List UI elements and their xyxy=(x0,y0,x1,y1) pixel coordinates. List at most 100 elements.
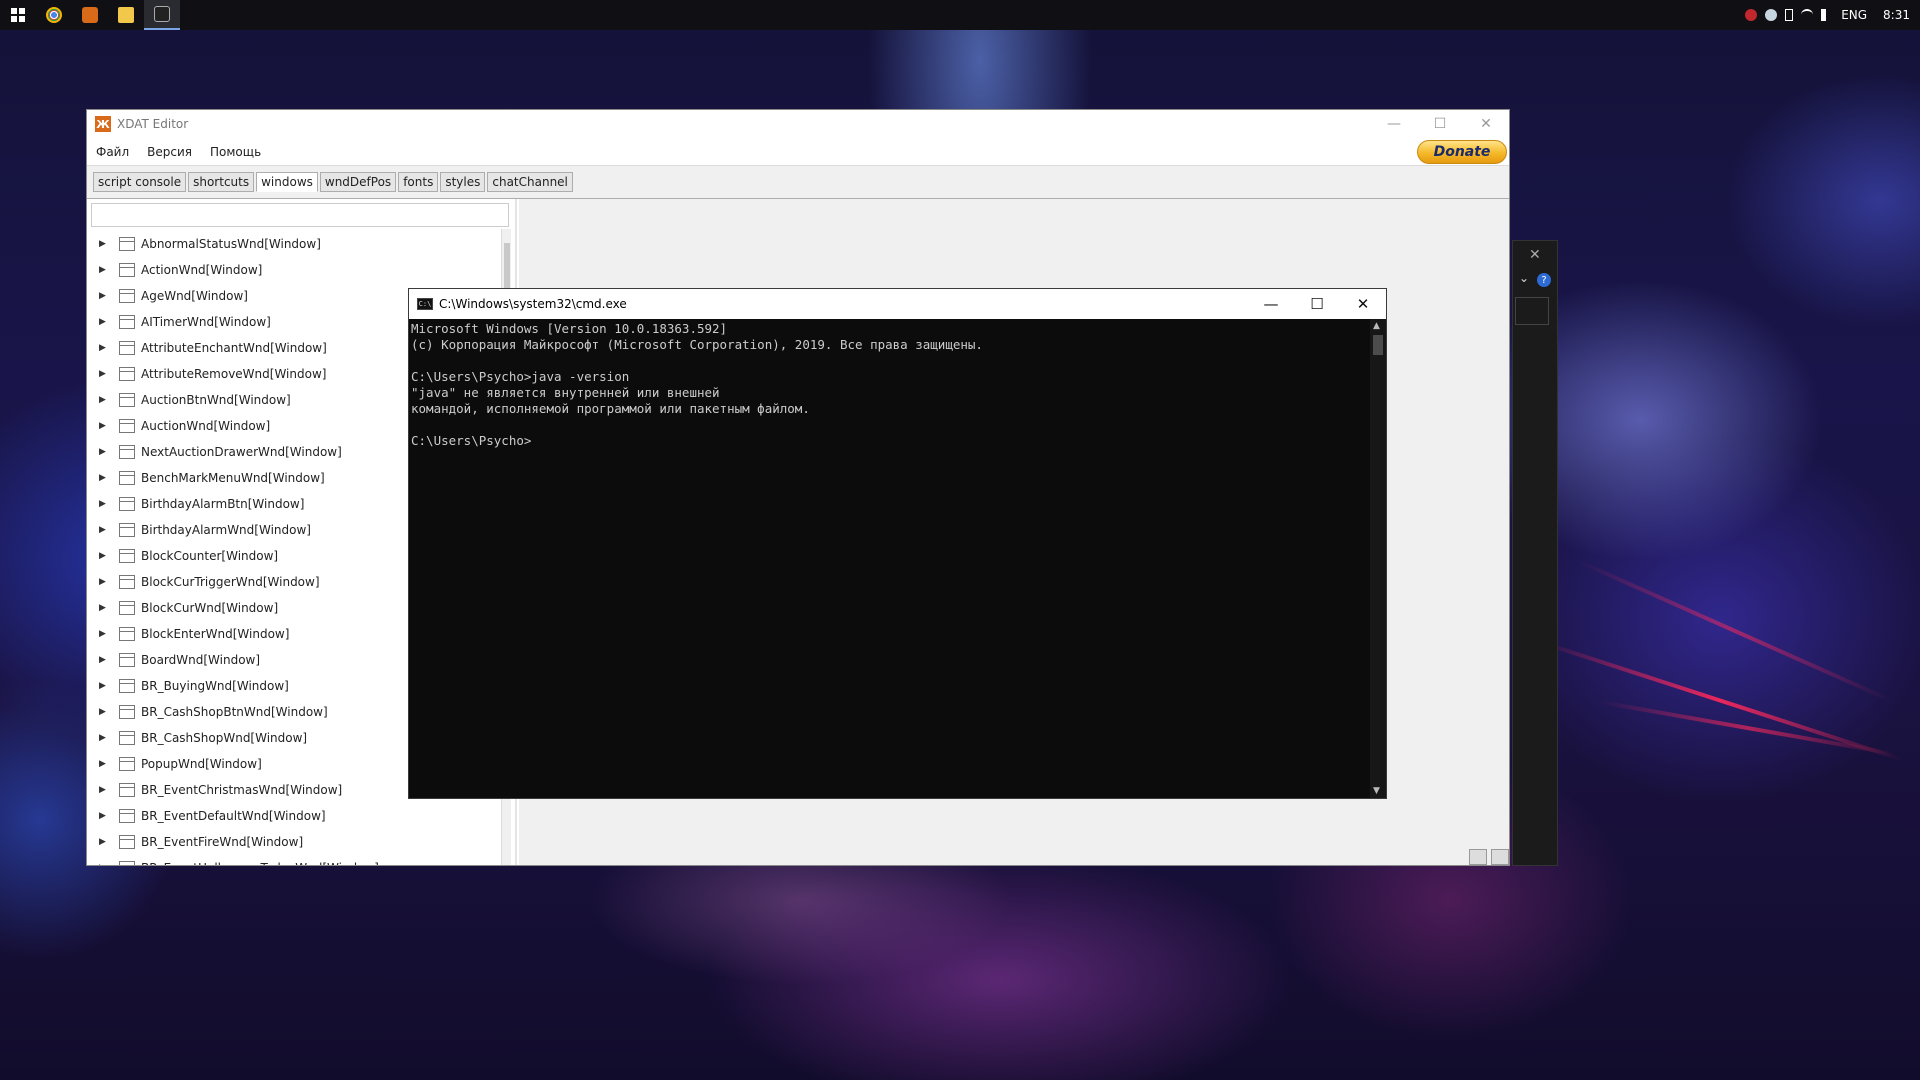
cmd-window: C:\ C:\Windows\system32\cmd.exe — ☐ ✕ Mi… xyxy=(408,288,1387,799)
layout-toggle-icon[interactable] xyxy=(1491,849,1509,865)
tree-item[interactable]: ▶ BR_EventDefaultWnd[Window] xyxy=(91,803,499,829)
scroll-down-arrow-icon[interactable]: ▼ xyxy=(1373,786,1380,796)
taskbar-app-chrome[interactable] xyxy=(36,0,72,30)
expand-arrow-icon[interactable]: ▶ xyxy=(99,733,109,743)
tree-item-label: BR_CashShopWnd[Window] xyxy=(141,731,308,745)
expand-arrow-icon[interactable]: ▶ xyxy=(99,525,109,535)
tree-item-label: BR_EventChristmasWnd[Window] xyxy=(141,783,343,797)
chevron-down-icon[interactable]: ⌄ xyxy=(1519,271,1529,285)
steam-icon[interactable] xyxy=(1765,9,1778,21)
window-node-icon xyxy=(119,653,135,667)
windows-logo-icon xyxy=(11,8,25,22)
expand-arrow-icon[interactable]: ▶ xyxy=(99,473,109,483)
tab-fonts[interactable]: fonts xyxy=(398,172,439,192)
menu-bar: Файл Версия Помощь Donate xyxy=(87,138,1509,166)
tree-item-label: BR_EventDefaultWnd[Window] xyxy=(141,809,326,823)
expand-arrow-icon[interactable]: ▶ xyxy=(99,811,109,821)
expand-arrow-icon[interactable]: ▶ xyxy=(99,551,109,561)
xdat-title-bar[interactable]: Ж XDAT Editor — ☐ ✕ xyxy=(87,110,1509,138)
expand-arrow-icon[interactable]: ▶ xyxy=(99,577,109,587)
window-node-icon xyxy=(119,367,135,381)
cmd-console-output[interactable]: Microsoft Windows [Version 10.0.18363.59… xyxy=(411,321,1370,798)
tab-shortcuts[interactable]: shortcuts xyxy=(188,172,255,192)
cmd-close-button[interactable]: ✕ xyxy=(1340,289,1386,319)
expand-arrow-icon[interactable]: ▶ xyxy=(99,655,109,665)
tab-windows[interactable]: windows xyxy=(256,172,318,192)
expand-arrow-icon[interactable]: ▶ xyxy=(99,603,109,613)
expand-arrow-icon[interactable]: ▶ xyxy=(99,239,109,249)
menu-help[interactable]: Помощь xyxy=(201,145,270,159)
help-icon[interactable]: ? xyxy=(1537,273,1551,287)
expand-arrow-icon[interactable]: ▶ xyxy=(99,863,109,865)
taskbar-app-file-explorer[interactable] xyxy=(108,0,144,30)
expand-arrow-icon[interactable]: ▶ xyxy=(99,291,109,301)
expand-arrow-icon[interactable]: ▶ xyxy=(99,343,109,353)
donate-button[interactable]: Donate xyxy=(1417,139,1507,164)
tree-item-label: AgeWnd[Window] xyxy=(141,289,248,303)
tree-item[interactable]: ▶ AbnormalStatusWnd[Window] xyxy=(91,231,499,257)
start-button[interactable] xyxy=(0,0,36,30)
tray-app-icon[interactable] xyxy=(1745,9,1758,21)
expand-arrow-icon[interactable]: ▶ xyxy=(99,837,109,847)
expand-arrow-icon[interactable]: ▶ xyxy=(99,629,109,639)
battery-icon[interactable] xyxy=(1785,9,1794,21)
maximize-button[interactable]: ☐ xyxy=(1417,110,1463,138)
tree-item-label: BirthdayAlarmWnd[Window] xyxy=(141,523,311,537)
window-node-icon xyxy=(119,575,135,589)
taskbar-app-xdat-editor[interactable] xyxy=(72,0,108,30)
clock[interactable]: 8:31 xyxy=(1883,8,1910,22)
menu-version[interactable]: Версия xyxy=(138,145,201,159)
tab-styles[interactable]: styles xyxy=(440,172,486,192)
tree-item-label: BlockEnterWnd[Window] xyxy=(141,627,290,641)
window-node-icon xyxy=(119,601,135,615)
cmd-maximize-button[interactable]: ☐ xyxy=(1294,289,1340,319)
tree-item[interactable]: ▶ BR_EventHalloweenTodayWnd[Window] xyxy=(91,855,499,865)
close-button[interactable]: ✕ xyxy=(1463,110,1509,138)
expand-arrow-icon[interactable]: ▶ xyxy=(99,265,109,275)
expand-arrow-icon[interactable]: ▶ xyxy=(99,447,109,457)
close-icon[interactable]: ✕ xyxy=(1529,247,1541,263)
expand-arrow-icon[interactable]: ▶ xyxy=(99,369,109,379)
view-toggle-icon[interactable] xyxy=(1469,849,1487,865)
language-indicator[interactable]: ENG xyxy=(1841,8,1867,22)
volume-icon[interactable] xyxy=(1821,9,1834,21)
window-node-icon xyxy=(119,705,135,719)
filter-input[interactable] xyxy=(91,203,509,227)
tab-chatchannel[interactable]: chatChannel xyxy=(487,172,573,192)
window-node-icon xyxy=(119,731,135,745)
expand-arrow-icon[interactable]: ▶ xyxy=(99,759,109,769)
console-line: "java" не является внутренней или внешне… xyxy=(411,385,720,400)
menu-file[interactable]: Файл xyxy=(87,145,138,159)
cmd-title-bar[interactable]: C:\ C:\Windows\system32\cmd.exe — ☐ ✕ xyxy=(409,289,1386,319)
console-line: командой, исполняемой программой или пак… xyxy=(411,401,810,416)
expand-arrow-icon[interactable]: ▶ xyxy=(99,317,109,327)
expand-arrow-icon[interactable]: ▶ xyxy=(99,421,109,431)
taskbar-app-cmd[interactable] xyxy=(144,0,180,30)
expand-arrow-icon[interactable]: ▶ xyxy=(99,681,109,691)
expand-arrow-icon[interactable]: ▶ xyxy=(99,785,109,795)
network-icon[interactable] xyxy=(1801,9,1814,21)
tree-item[interactable]: ▶ ActionWnd[Window] xyxy=(91,257,499,283)
cmd-scrollbar-thumb[interactable] xyxy=(1373,335,1383,355)
taskbar: ENG 8:31 xyxy=(0,0,1920,30)
cmd-minimize-button[interactable]: — xyxy=(1248,289,1294,319)
tree-item[interactable]: ▶ BR_EventFireWnd[Window] xyxy=(91,829,499,855)
tree-item-label: AbnormalStatusWnd[Window] xyxy=(141,237,321,251)
expand-arrow-icon[interactable]: ▶ xyxy=(99,707,109,717)
cmd-scrollbar[interactable]: ▲ ▼ xyxy=(1370,319,1386,798)
tree-item-label: ActionWnd[Window] xyxy=(141,263,263,277)
window-node-icon xyxy=(119,263,135,277)
expand-arrow-icon[interactable]: ▶ xyxy=(99,395,109,405)
expand-arrow-icon[interactable]: ▶ xyxy=(99,499,109,509)
tree-item-label: BlockCurTriggerWnd[Window] xyxy=(141,575,320,589)
background-window-field[interactable] xyxy=(1515,297,1549,325)
window-node-icon xyxy=(119,237,135,251)
minimize-button[interactable]: — xyxy=(1371,110,1417,138)
tree-item-label: AITimerWnd[Window] xyxy=(141,315,271,329)
window-node-icon xyxy=(119,861,135,865)
tab-script-console[interactable]: script console xyxy=(93,172,187,192)
scroll-up-arrow-icon[interactable]: ▲ xyxy=(1373,321,1380,331)
tab-wnddefpos[interactable]: wndDefPos xyxy=(319,172,397,192)
xdat-app-icon: Ж xyxy=(95,116,111,132)
